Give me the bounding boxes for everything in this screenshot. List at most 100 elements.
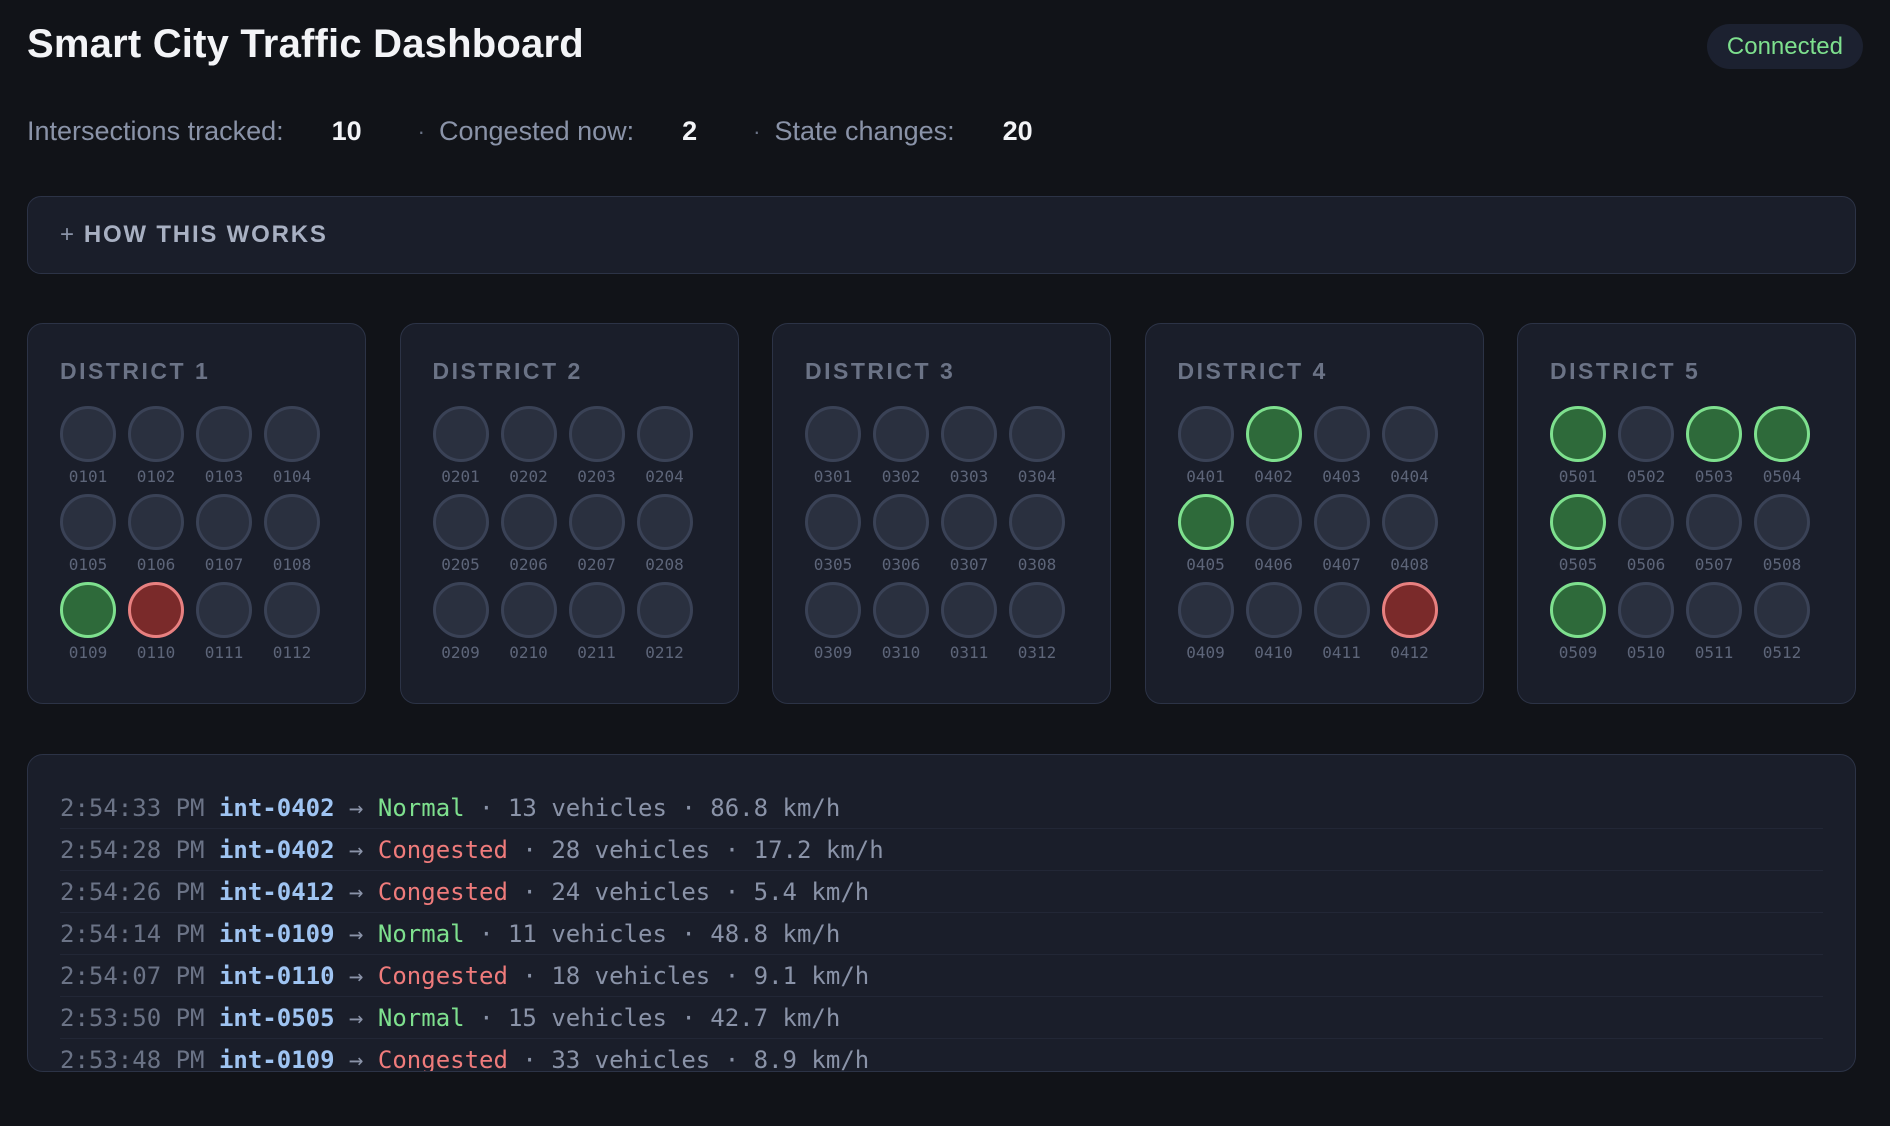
intersection-label: 0505 [1558, 555, 1598, 574]
intersection-light-idle[interactable] [805, 406, 861, 462]
intersection-light-idle[interactable] [1313, 494, 1370, 550]
intersection-light-normal[interactable] [1245, 406, 1302, 462]
log-speed: 86.8 km/h [710, 794, 841, 822]
intersection-light-idle[interactable] [264, 582, 320, 638]
intersection-light-idle[interactable] [941, 494, 997, 550]
intersection-light-idle[interactable] [1313, 582, 1370, 638]
intersection-light-idle[interactable] [1381, 406, 1438, 462]
intersection-light-normal[interactable] [1686, 406, 1742, 462]
intersection-light-idle[interactable] [1245, 582, 1302, 638]
intersection-cell: 0209 [432, 582, 489, 663]
intersection-light-idle[interactable] [1754, 494, 1810, 550]
intersection-light-idle[interactable] [128, 406, 184, 462]
intersection-label: 0307 [949, 555, 989, 574]
intersection-light-idle[interactable] [196, 494, 252, 550]
intersection-cell: 0109 [60, 582, 116, 663]
log-separator: · [522, 962, 537, 990]
intersection-light-normal[interactable] [1177, 494, 1234, 550]
intersection-label: 0409 [1186, 643, 1225, 662]
intersection-light-idle[interactable] [1009, 582, 1065, 638]
log-intersection-id: int-0109 [218, 920, 335, 948]
intersection-light-idle[interactable] [1009, 406, 1065, 462]
intersection-light-idle[interactable] [500, 582, 557, 638]
intersection-label: 0306 [881, 555, 921, 574]
intersection-light-idle[interactable] [60, 406, 116, 462]
intersection-light-idle[interactable] [568, 494, 625, 550]
intersection-light-idle[interactable] [1686, 494, 1742, 550]
log-speed: 48.8 km/h [710, 920, 841, 948]
intersection-label: 0411 [1322, 643, 1361, 662]
intersection-label: 0103 [204, 467, 244, 486]
intersection-light-idle[interactable] [1177, 582, 1234, 638]
intersection-cell: 0303 [941, 406, 997, 487]
intersection-light-idle[interactable] [432, 494, 489, 550]
intersection-label: 0401 [1186, 467, 1225, 486]
intersection-light-idle[interactable] [1618, 494, 1674, 550]
intersection-light-idle[interactable] [196, 582, 252, 638]
log-speed: 8.9 km/h [753, 1046, 870, 1072]
intersection-cell: 0101 [60, 406, 116, 487]
intersection-light-normal[interactable] [60, 582, 116, 638]
log-state: Normal [377, 920, 465, 948]
intersection-cell: 0112 [264, 582, 320, 663]
intersection-light-idle[interactable] [1618, 582, 1674, 638]
intersection-light-idle[interactable] [1177, 406, 1234, 462]
intersection-cell: 0310 [873, 582, 929, 663]
intersection-light-idle[interactable] [873, 494, 929, 550]
log-separator: · [522, 1046, 537, 1072]
intersection-light-idle[interactable] [432, 406, 489, 462]
intersection-light-idle[interactable] [264, 406, 320, 462]
intersection-light-idle[interactable] [1754, 582, 1810, 638]
intersection-light-normal[interactable] [1550, 582, 1606, 638]
intersection-light-idle[interactable] [873, 582, 929, 638]
intersection-label: 0404 [1390, 467, 1429, 486]
intersection-light-normal[interactable] [1754, 406, 1810, 462]
log-intersection-id: int-0505 [218, 1004, 335, 1032]
intersection-light-idle[interactable] [941, 406, 997, 462]
intersection-light-idle[interactable] [805, 494, 861, 550]
intersection-light-idle[interactable] [432, 582, 489, 638]
intersection-cell: 0403 [1313, 406, 1370, 487]
intersection-label: 0502 [1626, 467, 1666, 486]
intersection-cell: 0110 [128, 582, 184, 663]
how-this-works-toggle[interactable]: + HOW THIS WORKS [27, 196, 1856, 274]
log-separator: · [479, 794, 494, 822]
log-separator: · [479, 1004, 494, 1032]
intersection-light-idle[interactable] [941, 582, 997, 638]
intersection-light-idle[interactable] [1245, 494, 1302, 550]
intersection-label: 0405 [1186, 555, 1225, 574]
district-title: DISTRICT 3 [805, 358, 956, 384]
log-separator: · [522, 878, 537, 906]
intersection-light-idle[interactable] [873, 406, 929, 462]
intersection-light-idle[interactable] [1381, 494, 1438, 550]
log-row: 2:54:33 PM int-0402 → Normal · 13 vehicl… [60, 787, 1823, 829]
intersection-light-idle[interactable] [196, 406, 252, 462]
log-state: Congested [377, 1046, 508, 1072]
intersection-light-congested[interactable] [128, 582, 184, 638]
intersection-light-normal[interactable] [1550, 494, 1606, 550]
connection-status-badge: Connected [1706, 24, 1863, 69]
intersection-light-idle[interactable] [1313, 406, 1370, 462]
intersection-light-idle[interactable] [568, 582, 625, 638]
intersection-light-idle[interactable] [636, 406, 693, 462]
intersection-light-idle[interactable] [636, 494, 693, 550]
intersection-light-idle[interactable] [500, 494, 557, 550]
intersection-light-congested[interactable] [1381, 582, 1438, 638]
intersection-light-idle[interactable] [568, 406, 625, 462]
intersection-light-idle[interactable] [264, 494, 320, 550]
intersection-cell: 0212 [636, 582, 693, 663]
intersection-light-idle[interactable] [128, 494, 184, 550]
intersection-light-idle[interactable] [1618, 406, 1674, 462]
intersection-light-idle[interactable] [805, 582, 861, 638]
log-time: 2:53:50 PM [60, 1004, 205, 1032]
log-state: Normal [377, 1004, 465, 1032]
intersection-light-idle[interactable] [60, 494, 116, 550]
intersection-light-idle[interactable] [1009, 494, 1065, 550]
log-vehicles: 13 vehicles [507, 794, 667, 822]
intersection-light-normal[interactable] [1550, 406, 1606, 462]
intersection-cell: 0307 [941, 494, 997, 575]
intersection-light-idle[interactable] [1686, 582, 1742, 638]
intersection-light-idle[interactable] [636, 582, 693, 638]
intersection-light-idle[interactable] [500, 406, 557, 462]
intersection-label: 0203 [577, 467, 616, 486]
